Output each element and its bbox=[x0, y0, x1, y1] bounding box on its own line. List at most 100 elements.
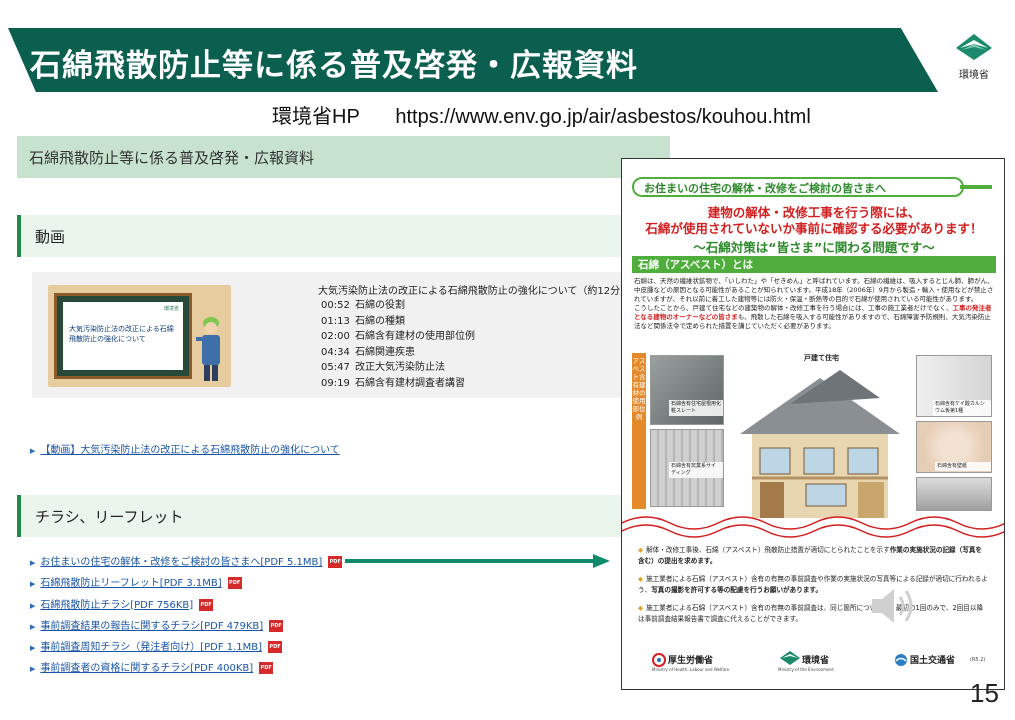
env-ministry-logo-icon bbox=[956, 34, 992, 60]
note-text: 解体・改修工事後、石綿（アスベスト）飛散防止措置が適切にとられたことを示す bbox=[646, 546, 890, 554]
photo-roof-slate: 石綿含有住宅屋根用化粧スレート bbox=[650, 355, 724, 425]
photo-caption: 石綿含有ケイ酸カルシウム板第1種 bbox=[933, 400, 991, 416]
mhlw-logo-icon bbox=[652, 653, 666, 667]
diamond-bullet-icon: ◆ bbox=[638, 604, 644, 612]
flyer-link[interactable]: 石綿飛散防止チラシ[PDF 756KB] bbox=[40, 600, 193, 611]
ribbon-tail bbox=[960, 185, 992, 189]
photo-siding: 石綿含有窯業系サイディング bbox=[650, 429, 724, 507]
chapter-label: 石綿含有建材の使用部位例 bbox=[355, 331, 475, 343]
video-thumbnail[interactable]: 環境省 大気汚染防止法の改正による石綿飛散防止の強化について bbox=[48, 285, 231, 387]
presenter-illustration-icon bbox=[196, 317, 220, 381]
ministry-moe: 環境省 bbox=[802, 656, 830, 666]
pdf-icon: PDF bbox=[269, 619, 284, 632]
ministry-mhlw-sub: Ministry of Health, Labour and Welfare bbox=[652, 667, 730, 672]
web-page-header: 石綿飛散防止等に係る普及啓発・広報資料 bbox=[17, 136, 670, 178]
slide-title: 石綿飛散防止等に係る普及啓発・広報資料 bbox=[30, 48, 638, 84]
flyer-link[interactable]: 事前調査周知チラシ（発注者向け）[PDF 1.1MB] bbox=[40, 642, 262, 653]
chapter-label: 石綿関連疾患 bbox=[355, 346, 415, 358]
chapter-item: 04:34 石綿関連疾患 bbox=[321, 345, 475, 361]
homepage-line: 環境省HP https://www.env.go.jp/air/asbestos… bbox=[272, 100, 811, 129]
headline-line-2: 石綿が使用されていないか事前に確認する必要があります！ bbox=[645, 221, 983, 236]
thumbnail-title: 大気汚染防止法の改正による石綿飛散防止の強化について bbox=[69, 325, 174, 343]
decorative-wave-icon bbox=[622, 516, 1004, 538]
chapter-item: 01:13 石綿の種類 bbox=[321, 314, 475, 330]
ministry-moe-sub: Ministry of the Environment bbox=[778, 667, 834, 672]
photo-caption: 石綿含有窯業系サイディング bbox=[669, 462, 723, 478]
video-link-row: ▶ 【動画】大気汚染防止法の改正による石綿飛散防止の強化について bbox=[30, 441, 340, 456]
ministry-mlit: 国土交通省 bbox=[910, 656, 956, 666]
flyer-footer: 厚生労働省 Ministry of Health, Labour and Wel… bbox=[622, 649, 1004, 689]
homepage-url[interactable]: https://www.env.go.jp/air/asbestos/kouho… bbox=[395, 106, 810, 128]
pdf-icon: PDF bbox=[227, 577, 242, 590]
flyer-link[interactable]: 事前調査結果の報告に関するチラシ[PDF 479KB] bbox=[40, 621, 263, 632]
note-emphasis: 写真の撮影を許可する等の配慮を行うお願いがあります。 bbox=[651, 585, 822, 594]
chapter-label: 石綿の役割 bbox=[355, 300, 405, 311]
list-item: ▶ 事前調査者の資格に関するチラシ[PDF 400KB] PDF bbox=[30, 662, 342, 683]
chapter-item: 09:19 石綿含有建材調査者講習 bbox=[321, 376, 475, 392]
flyer-section-heading: チラシ、リーフレット bbox=[17, 495, 670, 537]
homepage-label: 環境省HP bbox=[272, 106, 360, 128]
logo-label: 環境省 bbox=[959, 70, 989, 81]
page-number: 15 bbox=[970, 678, 999, 708]
flyer-link-list: ▶ お住まいの住宅の解体・改修をご検討の皆さまへ[PDF 5.1MB] PDF ▶ 石… bbox=[30, 556, 343, 684]
pdf-icon: PDF bbox=[328, 556, 343, 568]
chapter-time: 04:34 bbox=[321, 346, 350, 358]
house-illustration-icon bbox=[740, 370, 900, 518]
flyer-link[interactable]: 石綿飛散防止リーフレット[PDF 3.1MB] bbox=[40, 578, 221, 589]
flyer-headline: 建物の解体・改修工事を行う際には、 石綿が使用されていないか事前に確認する必要が… bbox=[634, 205, 994, 237]
chapter-label: 石綿の種類 bbox=[355, 315, 405, 327]
triangle-bullet-icon: ▶ bbox=[30, 580, 36, 589]
list-item: ▶ 事前調査周知チラシ（発注者向け）[PDF 1.1MB] PDF bbox=[30, 641, 342, 662]
chapter-list: 00:52 石綿の役割 01:13 石綿の種類 02:00 石綿含有建材の使用部位例 … bbox=[321, 298, 475, 392]
flyer-subheadline: 〜石綿対策は“皆さま”に関わる問題です〜 bbox=[693, 240, 935, 255]
flyer-section-bar: 石綿（アスベスト）とは bbox=[632, 256, 996, 273]
house-title: 戸建て住宅 bbox=[804, 354, 839, 362]
flyer-link[interactable]: お住まいの住宅の解体・改修をご検討の皆さまへ[PDF 5.1MB] bbox=[40, 557, 322, 568]
chapter-label: 改正大気汚染防止法 bbox=[355, 362, 445, 374]
diamond-bullet-icon: ◆ bbox=[638, 546, 644, 554]
flyer-link[interactable]: 事前調査者の資格に関するチラシ[PDF 400KB] bbox=[40, 663, 253, 674]
speaker-icon[interactable] bbox=[868, 585, 918, 627]
flyer-body-text: 石綿は、天然の繊維状鉱物で、「いしわた」や「せきめん」と呼ばれています。石綿の繊… bbox=[634, 277, 996, 331]
triangle-bullet-icon: ▶ bbox=[30, 447, 36, 455]
video-title: 大気汚染防止法の改正による石綿飛散防止の強化について（約12分） bbox=[318, 286, 631, 297]
list-item: ▶ お住まいの住宅の解体・改修をご検討の皆さまへ[PDF 5.1MB] PDF bbox=[30, 556, 343, 577]
moe-logo-icon bbox=[780, 651, 800, 665]
chapter-item: 02:00 石綿含有建材の使用部位例 bbox=[321, 329, 475, 345]
pdf-icon: PDF bbox=[199, 598, 214, 611]
chapter-item: 05:47 改正大気汚染防止法 bbox=[321, 360, 475, 376]
flyer-version: (R5.2) bbox=[970, 657, 986, 663]
pdf-icon: PDF bbox=[259, 662, 274, 675]
note-text: 施工業者による石綿（アスベスト）含有の有無の事前調査は、同じ箇所については、最初… bbox=[638, 604, 984, 623]
ministry-logo: 環境省 bbox=[948, 34, 1000, 84]
flyer-ribbon: お住まいの住宅の解体・改修をご検討の皆さまへ bbox=[632, 177, 964, 197]
triangle-bullet-icon: ▶ bbox=[30, 559, 36, 567]
note-item: ◆ 施工業者による石綿（アスベスト）含有の有無の事前調査は、同じ箇所については、最… bbox=[638, 603, 988, 624]
triangle-bullet-icon: ▶ bbox=[30, 644, 36, 653]
chapter-time: 05:47 bbox=[321, 362, 350, 374]
chapter-time: 01:13 bbox=[321, 315, 350, 327]
flyer-notes: ◆ 解体・改修工事後、石綿（アスベスト）飛散防止措置が適切にとられたことを示す作業… bbox=[638, 545, 988, 632]
chapter-time: 09:19 bbox=[321, 377, 350, 389]
photo-caption: 石綿含有住宅屋根用化粧スレート bbox=[669, 400, 723, 416]
body-paragraph-2a: こうしたことから、戸建て住宅などの建築物の解体・改修工事を行う場合には、工事の施… bbox=[634, 304, 953, 312]
triangle-bullet-icon: ▶ bbox=[30, 622, 36, 631]
pointer-arrow-icon bbox=[345, 554, 610, 568]
ministry-mhlw: 厚生労働省 bbox=[668, 656, 714, 666]
chapter-item: 00:52 石綿の役割 bbox=[321, 298, 475, 314]
chapter-time: 00:52 bbox=[321, 300, 350, 311]
board-slide: 環境省 大気汚染防止法の改正による石綿飛散防止の強化について bbox=[63, 302, 183, 370]
thumbnail-logo: 環境省 bbox=[163, 306, 179, 312]
note-item: ◆ 施工業者による石綿（アスベスト）含有の有無の事前調査や作業の実施状況の写真等に… bbox=[638, 574, 988, 595]
flyer-preview: お住まいの住宅の解体・改修をご検討の皆さまへ 建物の解体・改修工事を行う際には、… bbox=[621, 158, 1005, 690]
video-link[interactable]: 【動画】大気汚染防止法の改正による石綿飛散防止の強化について bbox=[40, 445, 339, 456]
video-section-heading: 動画 bbox=[17, 215, 670, 257]
triangle-bullet-icon: ▶ bbox=[30, 601, 36, 610]
chalkboard: 環境省 大気汚染防止法の改正による石綿飛散防止の強化について bbox=[54, 293, 192, 379]
note-item: ◆ 解体・改修工事後、石綿（アスベスト）飛散防止措置が適切にとられたことを示す作業… bbox=[638, 545, 988, 566]
list-item: ▶ 事前調査結果の報告に関するチラシ[PDF 479KB] PDF bbox=[30, 619, 342, 641]
body-paragraph-1: 石綿は、天然の繊維状鉱物で、「いしわた」や「せきめん」と呼ばれています。石綿の繊… bbox=[634, 277, 994, 303]
photo-wallpaper: 石綿含有壁紙 bbox=[916, 421, 992, 473]
chapter-label: 石綿含有建材調査者講習 bbox=[355, 377, 465, 389]
chapter-time: 02:00 bbox=[321, 331, 350, 343]
